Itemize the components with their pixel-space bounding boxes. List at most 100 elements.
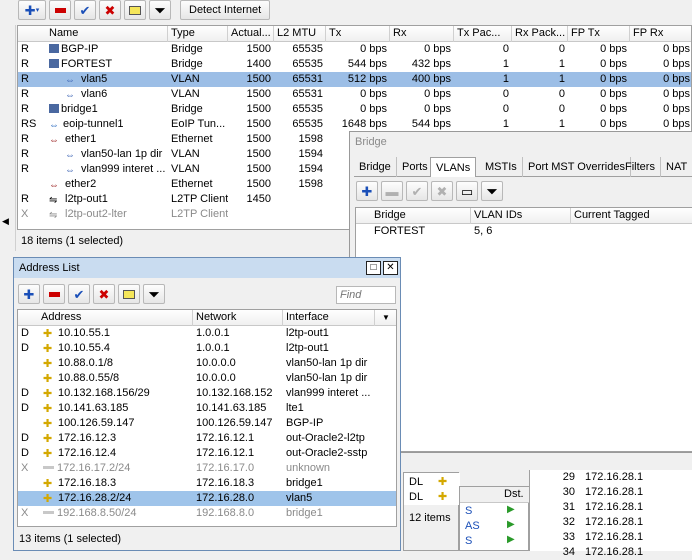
bridge-remove-button[interactable]: ▬ <box>381 181 403 201</box>
cell-type: EoIP Tun... <box>171 118 226 130</box>
cell-fprx: 0 bps <box>663 103 690 115</box>
disable-button[interactable]: ✖ <box>99 0 121 20</box>
network-cell: 172.16.12.1 <box>196 432 255 444</box>
addr-filter-button[interactable]: ⏷ <box>143 284 165 304</box>
cell-tx: 512 bps <box>347 73 387 85</box>
bridge-add-button[interactable]: ✚ <box>356 181 378 201</box>
address-cell: ✚ 10.88.0.55/8 <box>40 371 193 386</box>
enable-button[interactable]: ✔ <box>74 0 96 20</box>
address-icon: ✚ <box>43 328 53 340</box>
column-header[interactable]: FP Tx <box>568 26 630 42</box>
bg-mid-row: S ▶ <box>460 534 528 549</box>
column-header[interactable]: Tx Pac... <box>454 26 512 42</box>
tab-bridge[interactable]: Bridge <box>354 157 397 177</box>
add-button[interactable]: ✚ ▾ <box>18 0 46 20</box>
column-header[interactable]: L2 MTU <box>274 26 326 42</box>
row-flag: R <box>21 163 29 175</box>
column-header[interactable]: VLAN IDs <box>471 208 571 224</box>
column-header[interactable]: Type <box>168 26 228 42</box>
address-row[interactable]: D ✚ 10.141.63.185 10.141.63.185 lte1 <box>18 401 396 416</box>
filter-button[interactable]: ⏷ <box>149 0 171 20</box>
column-header[interactable]: Address <box>38 310 193 326</box>
cell-l2 <box>274 207 326 222</box>
row-flag: X <box>21 507 29 519</box>
address-row[interactable]: ✚ 172.16.28.2/24 172.16.28.0 vlan5 <box>18 491 396 506</box>
address-cell: ✚ 172.16.12.3 <box>40 431 193 446</box>
addr-disable-button[interactable]: ✖ <box>93 284 115 304</box>
column-header[interactable]: Rx <box>390 26 454 42</box>
route-icon: ▶ <box>507 504 515 515</box>
address-cell: ✚ 100.126.59.147 <box>40 416 193 431</box>
interface-row[interactable]: R ⇔ vlan6 VLAN 1500 65531 0 bps 0 bps 0 0 0 bps 0 b… <box>18 87 691 102</box>
cell-l2: 1594 <box>298 163 323 175</box>
address-row[interactable]: ✚ 100.126.59.147 100.126.59.147 BGP-IP <box>18 416 396 431</box>
comment-button[interactable] <box>124 0 146 20</box>
interface-name-text: eoip-tunnel1 <box>63 118 124 130</box>
column-header[interactable]: Interface <box>283 310 375 326</box>
tab-mstis[interactable]: MSTIs <box>480 157 523 177</box>
cell-type: Ethernet <box>171 133 213 145</box>
address-row[interactable]: D ✚ 172.16.12.3 172.16.12.1 out-Oracle2-l2tp <box>18 431 396 446</box>
tab-port-mst-overrides[interactable]: Port MST Overrides <box>523 157 631 177</box>
address-row[interactable]: X 172.16.17.2/24 172.16.17.0 unknown <box>18 461 396 476</box>
remove-button[interactable] <box>49 0 71 20</box>
interface-row[interactable]: RS ⇔ eoip-tunnel1 EoIP Tun... 1500 65535 1648 … <box>18 117 691 132</box>
address-cell: ✚ 10.10.55.4 <box>40 341 193 356</box>
interface-cell: bridge1 <box>286 507 323 519</box>
address-row[interactable]: D ✚ 10.10.55.1 1.0.0.1 l2tp-out1 <box>18 326 396 341</box>
address-row[interactable]: ✚ 172.16.18.3 172.16.18.3 bridge1 <box>18 476 396 491</box>
cell-type: Bridge <box>171 43 203 55</box>
find-input[interactable] <box>336 286 396 304</box>
cell-l2: 65535 <box>292 103 323 115</box>
column-header[interactable]: Current Tagged <box>571 208 692 224</box>
bg-right-row: 34 172.16.28.1 <box>530 545 692 560</box>
tab-ports[interactable]: Ports <box>397 157 434 177</box>
close-button[interactable]: ✕ <box>383 261 398 275</box>
cell-tx: 0 bps <box>360 103 387 115</box>
address-cell: ✚ 10.10.55.1 <box>40 326 193 341</box>
bridge-enable-button[interactable]: ✔ <box>406 181 428 201</box>
column-header[interactable]: Actual... <box>228 26 274 42</box>
addr-add-button[interactable]: ✚ <box>18 284 40 304</box>
address-row[interactable]: D ✚ 10.132.168.156/29 10.132.168.152 vlan999… <box>18 386 396 401</box>
address-row[interactable]: D ✚ 172.16.12.4 172.16.12.1 out-Oracle2-sstp <box>18 446 396 461</box>
addr-enable-button[interactable]: ✔ <box>68 284 90 304</box>
column-header[interactable]: Tx <box>326 26 390 42</box>
network-cell: 10.141.63.185 <box>196 402 267 414</box>
tab-nat[interactable]: NAT <box>661 157 692 177</box>
maximize-button[interactable]: □ <box>366 261 381 275</box>
column-dropdown[interactable]: ▼ <box>375 310 396 326</box>
tab-vlans[interactable]: VLANs <box>430 157 477 177</box>
address-icon: ✚ <box>43 388 53 400</box>
cell-fptx: 0 bps <box>600 43 627 55</box>
interface-row[interactable]: R ⇔ vlan5 VLAN 1500 65531 512 bps 400 bps 1 1 0 bp… <box>18 72 691 87</box>
column-header[interactable]: Bridge <box>371 208 471 224</box>
row-address: 172.16.28.1 <box>585 486 644 498</box>
cell-l2: 65535 <box>292 118 323 130</box>
column-header[interactable]: FP Rx <box>630 26 691 42</box>
interface-cell: l2tp-out1 <box>286 327 329 339</box>
tab-filters[interactable]: Filters <box>620 157 661 177</box>
addr-comment-button[interactable] <box>118 284 140 304</box>
address-row[interactable]: ✚ 10.88.0.1/8 10.0.0.0 vlan50-lan 1p dir <box>18 356 396 371</box>
row-number: 33 <box>562 531 575 543</box>
interface-row[interactable]: R BGP-IP Bridge 1500 65535 0 bps 0 bps 0 0 0 bps 0… <box>18 42 691 57</box>
column-header[interactable]: Network <box>193 310 283 326</box>
addr-remove-button[interactable] <box>43 284 65 304</box>
interface-row[interactable]: Rbridge1 Bridge 1500 65535 0 bps 0 bps 0 0 0 bps… <box>18 102 691 117</box>
interface-cell: bridge1 <box>286 477 323 489</box>
address-row[interactable]: D ✚ 10.10.55.4 1.0.0.1 l2tp-out1 <box>18 341 396 356</box>
column-header[interactable]: Rx Pack... <box>512 26 568 42</box>
column-header[interactable]: Name <box>46 26 168 42</box>
cell-l2: 65535 <box>292 43 323 55</box>
bridge-comment-button[interactable]: ▭ <box>456 181 478 201</box>
vlan-row[interactable]: FORTEST 5, 6 <box>356 224 692 239</box>
interface-name-text: vlan6 <box>81 88 108 100</box>
network-cell: 172.16.17.0 <box>196 462 255 474</box>
address-row[interactable]: X 192.168.8.50/24 192.168.8.0 bridge1 <box>18 506 396 521</box>
address-row[interactable]: ✚ 10.88.0.55/8 10.0.0.0 vlan50-lan 1p dir <box>18 371 396 386</box>
bridge-disable-button[interactable]: ✖ <box>431 181 453 201</box>
bridge-filter-button[interactable]: ⏷ <box>481 181 503 201</box>
interface-row[interactable]: R FORTEST Bridge 1400 65535 544 bps 432 bps 1 1 0… <box>18 57 691 72</box>
detect-internet-button[interactable]: Detect Internet <box>180 0 271 20</box>
